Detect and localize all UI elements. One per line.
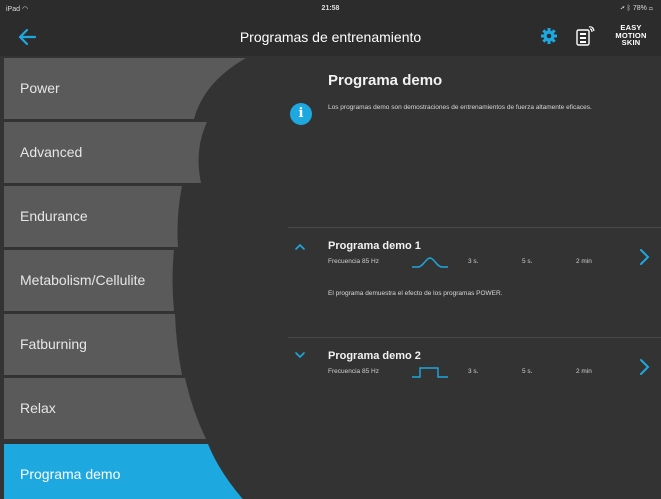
program-frequency: Frecuencia 85 Hz [328, 258, 379, 265]
program-description: El programa demuestra el efecto de los p… [328, 290, 503, 297]
sidebar-item-endurance[interactable]: Endurance [4, 186, 302, 247]
sidebar-item-label: Endurance [20, 208, 88, 224]
sidebar-item-label: Power [20, 80, 60, 96]
sidebar-item-label: Relax [20, 400, 56, 416]
info-icon: i [290, 103, 312, 125]
chevron-right-icon[interactable] [638, 358, 650, 376]
sidebar-item-relax[interactable]: Relax [4, 378, 302, 439]
logo-line: SKIN [621, 38, 641, 47]
status-right: ➚ ᛒ 78% ▭ [621, 5, 653, 12]
battery-icon: ▭ [648, 5, 653, 12]
sidebar-item-label: Advanced [20, 144, 83, 160]
sidebar-item-fatburning[interactable]: Fatburning [4, 314, 302, 375]
sidebar-item-power[interactable]: Power [4, 58, 302, 119]
program-time-1: 3 s. [468, 258, 479, 265]
chevron-up-icon[interactable] [294, 242, 306, 252]
battery-percent: 78% [632, 5, 647, 12]
sine-wave-icon [412, 257, 448, 268]
sidebar-item-label: Programa demo [20, 466, 121, 482]
program-name: Programa demo 1 [328, 240, 421, 252]
program-duration: 2 min [576, 258, 592, 265]
program-duration: 2 min [576, 368, 592, 375]
page-title: Programas de entrenamiento [239, 29, 422, 45]
program-time-2: 5 s. [522, 258, 533, 265]
sidebar-item-metabolism-cellulite[interactable]: Metabolism/Cellulite [4, 250, 302, 311]
program-frequency: Frecuencia 85 Hz [328, 368, 379, 375]
sidebar-item-programa-demo[interactable]: Programa demo [4, 444, 302, 499]
sidebar-item-label: Metabolism/Cellulite [20, 272, 146, 288]
sidebar-item-advanced[interactable]: Advanced [4, 122, 302, 183]
program-time-1: 3 s. [468, 368, 479, 375]
chevron-right-icon[interactable] [638, 248, 650, 266]
bluetooth-icon: ᛒ [626, 5, 631, 12]
program-time-2: 5 s. [522, 368, 533, 375]
sidebar-item-label: Fatburning [20, 336, 87, 352]
divider [288, 227, 661, 228]
divider [288, 337, 661, 338]
location-icon: ➚ [620, 5, 625, 12]
program-name: Programa demo 2 [328, 350, 421, 362]
status-bar: iPad ◠ 21:58 ➚ ᛒ 78% ▭ [0, 0, 661, 18]
status-time: 21:58 [321, 5, 340, 12]
program-detail-panel: Programa demo i Los programas demo son d… [288, 56, 661, 499]
app-header: Programas de entrenamiento EASY MOTION S… [0, 18, 661, 56]
chevron-down-icon[interactable] [294, 350, 306, 360]
easy-motion-skin-logo: EASY MOTION SKIN [608, 24, 654, 52]
device-icon[interactable] [574, 23, 598, 47]
program-category-sidebar: Power Advanced Endurance Metabolism/Cell… [4, 56, 304, 499]
program-item-1[interactable]: Programa demo 1 Frecuencia 85 Hz 3 s. 5 … [288, 240, 661, 340]
square-wave-icon [412, 367, 448, 378]
gear-icon[interactable] [540, 27, 558, 45]
section-title: Programa demo [328, 72, 443, 89]
program-item-2[interactable]: Programa demo 2 Frecuencia 85 Hz 3 s. 5 … [288, 350, 661, 390]
section-description: Los programas demo son demostraciones de… [328, 104, 592, 111]
